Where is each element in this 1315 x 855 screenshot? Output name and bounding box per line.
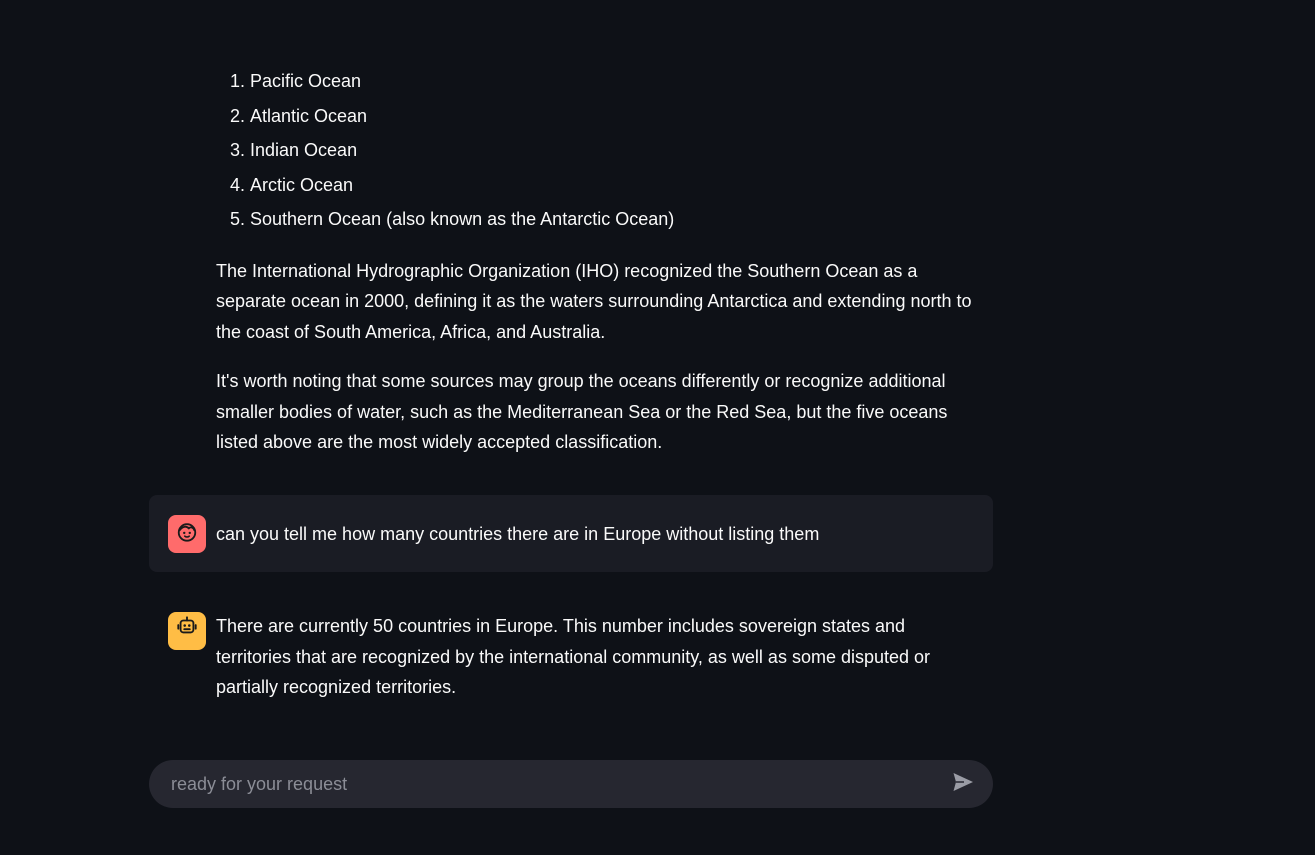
- assistant-avatar: [168, 612, 206, 650]
- list-item-text: Pacific Ocean: [250, 71, 362, 91]
- list-item-text: Arctic Ocean: [250, 174, 354, 195]
- chat-app: 1. Pacific Ocean 2. Atlantic Ocean 3. In…: [0, 0, 1315, 855]
- assistant-message: There are currently 50 countries in Euro…: [149, 611, 993, 703]
- message-paragraph: It's worth noting that some sources may …: [216, 371, 948, 452]
- send-icon: [951, 770, 975, 799]
- list-item-text: Atlantic Ocean: [250, 105, 368, 126]
- assistant-message: 1. Pacific Ocean 2. Atlantic Ocean 3. In…: [149, 64, 993, 458]
- send-button[interactable]: [945, 766, 981, 802]
- user-message-text: can you tell me how many countries there…: [216, 523, 820, 544]
- user-message: can you tell me how many countries there…: [149, 495, 993, 572]
- list-item-number: 5.: [230, 209, 246, 229]
- user-face-icon: [176, 521, 198, 548]
- list-item-text: Indian Ocean: [250, 140, 358, 160]
- list-item-number: 4.: [230, 174, 246, 195]
- robot-icon: [176, 615, 198, 647]
- list-item-number: 3.: [230, 140, 246, 160]
- chat-input-bar: [149, 760, 993, 808]
- list-item: 4. Arctic Ocean: [216, 168, 981, 203]
- list-item-number: 1.: [230, 71, 246, 91]
- message-paragraph: The International Hydrographic Organizat…: [216, 260, 972, 342]
- ocean-list: 1. Pacific Ocean 2. Atlantic Ocean 3. In…: [216, 64, 981, 237]
- list-item-number: 2.: [230, 105, 246, 126]
- list-item-text: Southern Ocean (also known as the Antarc…: [250, 209, 675, 229]
- list-item: 5. Southern Ocean (also known as the Ant…: [216, 202, 981, 237]
- chat-input[interactable]: [169, 772, 945, 796]
- message-paragraph: There are currently 50 countries in Euro…: [216, 616, 931, 697]
- user-avatar: [168, 515, 206, 553]
- list-item: 2. Atlantic Ocean: [216, 99, 981, 134]
- list-item: 3. Indian Ocean: [216, 133, 981, 168]
- list-item: 1. Pacific Ocean: [216, 64, 981, 99]
